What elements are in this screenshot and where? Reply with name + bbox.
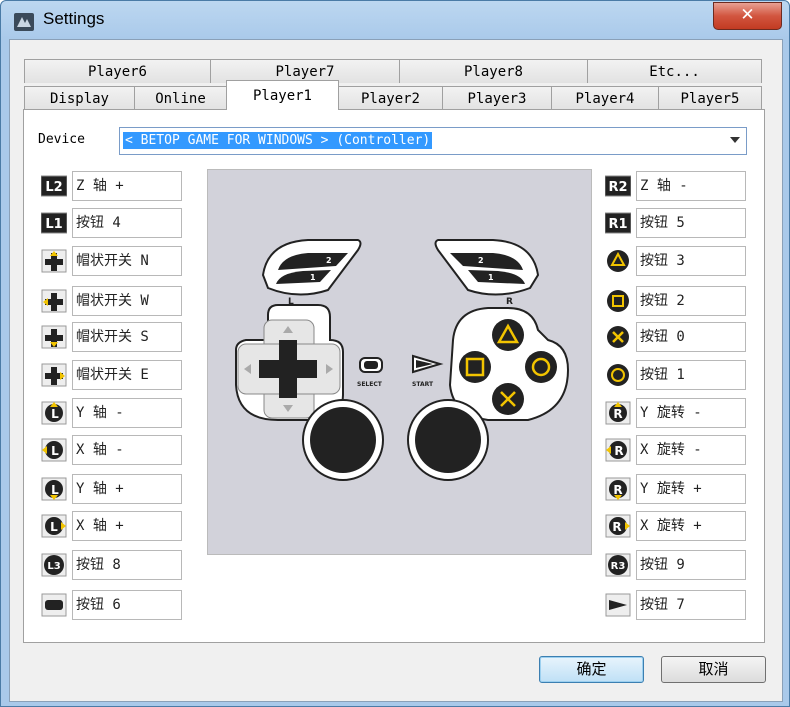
tab-player6[interactable]: Player6 [24, 59, 211, 83]
gamepad-preview: 2 1 L 2 1 R SELECT START [207, 169, 592, 555]
start-button-icon: START [412, 354, 444, 388]
mapping-field[interactable]: X 轴 + [72, 511, 182, 541]
tab-player4[interactable]: Player4 [551, 86, 659, 110]
tab-etc[interactable]: Etc... [587, 59, 762, 83]
mapping-field[interactable]: X 旋转 - [636, 435, 746, 465]
title-bar[interactable]: Settings ✕ [1, 1, 789, 41]
window-title: Settings [43, 9, 105, 28]
right-stick-up-icon: R [605, 401, 631, 425]
mapping-field[interactable]: 帽状开关 S [72, 322, 182, 352]
left-stick-icon [302, 399, 384, 481]
device-selected-value: < BETOP GAME FOR WINDOWS > (Controller) [123, 132, 433, 149]
svg-text:R: R [506, 297, 513, 307]
svg-text:1: 1 [310, 273, 316, 282]
cancel-button[interactable]: 取消 [661, 656, 766, 683]
svg-text:R: R [613, 483, 622, 497]
mapping-field[interactable]: X 轴 - [72, 435, 182, 465]
tab-player1[interactable]: Player1 [226, 80, 339, 110]
mapping-field[interactable]: 按钮 5 [636, 208, 746, 238]
right-stick-right-icon: R [605, 514, 631, 538]
cross-icon [607, 326, 629, 348]
r1-icon: R1 [605, 212, 631, 234]
dpad-up-icon [41, 249, 67, 273]
l3-icon: L3 [41, 553, 67, 577]
mapping-field[interactable]: 按钮 2 [636, 286, 746, 316]
gamepad-icon: 2 1 L 2 1 R SELECT START [235, 239, 570, 481]
svg-text:R1: R1 [608, 217, 627, 232]
svg-text:SELECT: SELECT [357, 381, 383, 388]
svg-text:R2: R2 [608, 180, 627, 195]
svg-text:R: R [614, 444, 623, 458]
left-stick-right-icon: L [41, 514, 67, 538]
svg-text:R3: R3 [611, 561, 626, 572]
ok-button[interactable]: 确定 [539, 656, 644, 683]
tab-player3[interactable]: Player3 [442, 86, 552, 110]
face-buttons-icon [448, 307, 570, 421]
mapping-field[interactable]: 按钮 7 [636, 590, 746, 620]
mapping-field[interactable]: Y 轴 + [72, 474, 182, 504]
tab-display[interactable]: Display [24, 86, 135, 110]
mapping-field[interactable]: Z 轴 + [72, 171, 182, 201]
svg-text:L: L [51, 483, 59, 497]
svg-text:1: 1 [488, 273, 494, 282]
mapping-field[interactable]: Z 轴 - [636, 171, 746, 201]
device-dropdown[interactable]: < BETOP GAME FOR WINDOWS > (Controller) [119, 127, 747, 155]
chevron-down-icon[interactable] [730, 137, 740, 143]
right-stick-left-icon: R [605, 438, 631, 462]
svg-text:2: 2 [326, 256, 332, 265]
select-icon [41, 593, 67, 617]
square-icon [607, 290, 629, 312]
mapping-field[interactable]: 按钮 9 [636, 550, 746, 580]
svg-text:L3: L3 [47, 561, 60, 572]
svg-text:START: START [412, 381, 434, 388]
l2-icon: L2 [41, 175, 67, 197]
dpad-right-icon [41, 363, 67, 387]
right-stick-down-icon: R [605, 477, 631, 501]
start-icon [605, 593, 631, 617]
tab-player5[interactable]: Player5 [658, 86, 762, 110]
dpad-left-icon [41, 289, 67, 313]
svg-text:R: R [613, 407, 622, 421]
tab-player8[interactable]: Player8 [399, 59, 588, 83]
r3-icon: R3 [605, 553, 631, 577]
svg-text:L: L [51, 444, 59, 458]
svg-text:L: L [51, 407, 59, 421]
l1-icon: L1 [41, 212, 67, 234]
svg-text:L2: L2 [45, 180, 62, 195]
device-label: Device [38, 132, 85, 147]
right-stick-icon [407, 399, 489, 481]
mapping-field[interactable]: 按钮 1 [636, 360, 746, 390]
mapping-field[interactable]: 帽状开关 W [72, 286, 182, 316]
dpad-down-icon [41, 325, 67, 349]
left-stick-down-icon: L [41, 477, 67, 501]
left-stick-up-icon: L [41, 401, 67, 425]
mapping-field[interactable]: 帽状开关 N [72, 246, 182, 276]
triangle-icon [607, 250, 629, 272]
close-button[interactable]: ✕ [713, 2, 782, 30]
mapping-field[interactable]: 按钮 4 [72, 208, 182, 238]
left-triggers-icon: 2 1 L [261, 239, 362, 307]
app-icon [14, 13, 34, 31]
right-triggers-icon: 2 1 R [434, 239, 540, 307]
mapping-field[interactable]: 按钮 0 [636, 322, 746, 352]
mapping-field[interactable]: Y 旋转 - [636, 398, 746, 428]
svg-text:L1: L1 [45, 217, 62, 232]
mapping-field[interactable]: 按钮 6 [72, 590, 182, 620]
mapping-field[interactable]: 按钮 8 [72, 550, 182, 580]
left-stick-left-icon: L [41, 438, 67, 462]
mapping-field[interactable]: X 旋转 + [636, 511, 746, 541]
circle-icon [607, 364, 629, 386]
svg-text:2: 2 [478, 256, 484, 265]
tab-online[interactable]: Online [134, 86, 227, 110]
r2-icon: R2 [605, 175, 631, 197]
tab-player2[interactable]: Player2 [338, 86, 443, 110]
mapping-field[interactable]: 帽状开关 E [72, 360, 182, 390]
mapping-field[interactable]: 按钮 3 [636, 246, 746, 276]
svg-text:R: R [612, 520, 621, 534]
select-button-icon: SELECT [357, 357, 383, 388]
mapping-field[interactable]: Y 旋转 + [636, 474, 746, 504]
mapping-field[interactable]: Y 轴 - [72, 398, 182, 428]
svg-text:L: L [50, 520, 58, 534]
